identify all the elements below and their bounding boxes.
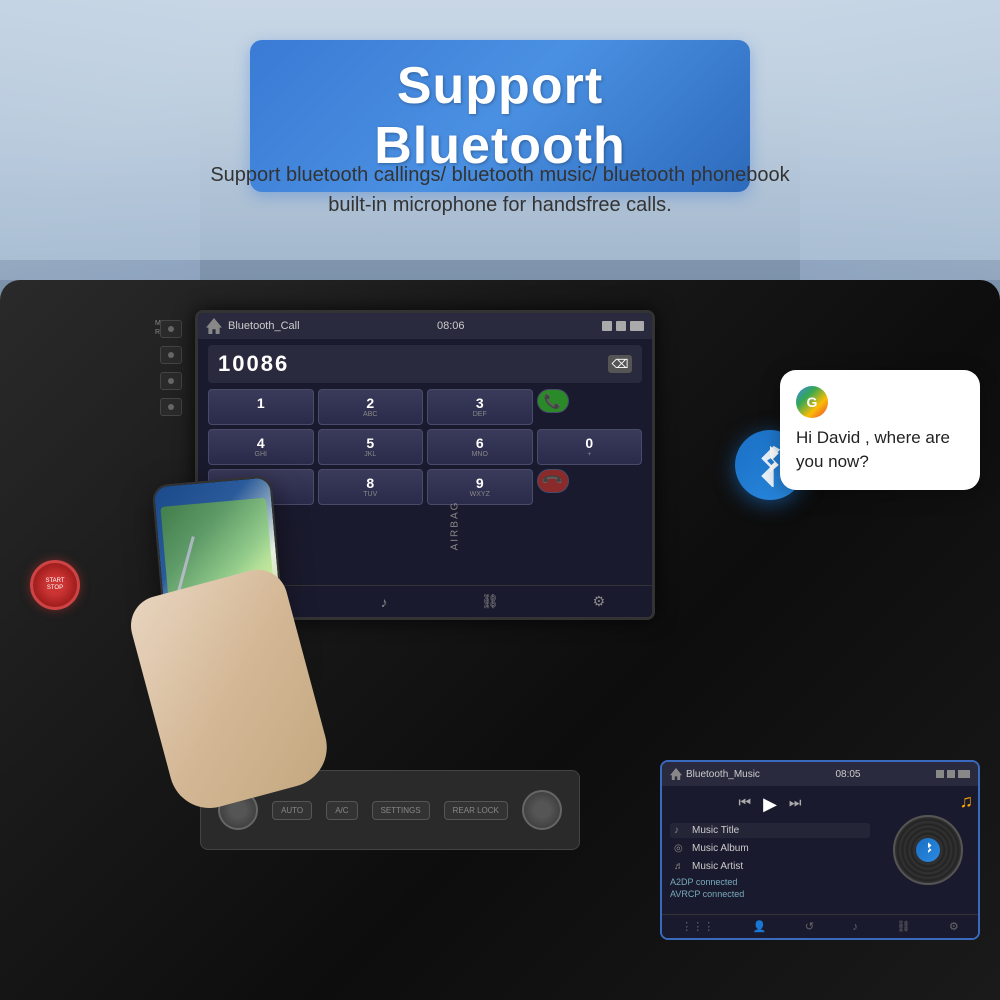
hand-phone-area: Barcelona ʼ [130,480,330,800]
music-status-icon1 [936,770,944,778]
dial-key-1[interactable]: 1 [208,389,314,425]
music-bottom-nav: ⋮⋮⋮ 👤 ↺ ♪ ⛓ ⚙ [662,914,978,938]
phone-number: 10086 [218,351,289,377]
screen-status-icons [602,321,644,331]
note-icon: ♪ [674,825,686,836]
ac-btn-settings[interactable]: SETTINGS [372,801,430,820]
home-icon[interactable] [206,318,222,334]
nav-icon-settings[interactable]: ⚙ [593,593,606,610]
music-controls: ⏮ ▶ ⏭ [670,794,870,815]
dial-key-4[interactable]: 4 GHI [208,429,314,465]
subtitle-line1: Support bluetooth callings/ bluetooth mu… [210,164,789,186]
avrcp-status: AVRCP connected [670,889,870,899]
music-notes-icon: ♫ [960,791,974,812]
music-nav-user[interactable]: 👤 [753,920,767,933]
music-status-icon2 [947,770,955,778]
side-btn-back[interactable] [160,372,182,390]
bluetooth-vinyl-icon [921,841,935,859]
dial-key-8[interactable]: 8 TUV [318,469,424,505]
music-nav-settings[interactable]: ⚙ [949,920,959,933]
dial-key-3[interactable]: 3 DEF [427,389,533,425]
a2dp-status: A2DP connected [670,877,870,887]
music-nav-refresh[interactable]: ↺ [805,920,814,933]
hand-shape [124,563,335,817]
screen-topbar-left: Bluetooth_Call [206,318,300,334]
track-title: Music Title [692,825,739,836]
next-button[interactable]: ⏭ [789,794,802,815]
music-battery-icon [958,770,970,778]
dial-key-6[interactable]: 6 MNO [427,429,533,465]
music-screen-title: Bluetooth_Music [686,769,760,780]
ac-btn-auto[interactable]: AUTO [272,801,312,820]
music-topbar: Bluetooth_Music 08:05 [662,762,978,786]
dial-key-9[interactable]: 9 WXYZ [427,469,533,505]
wifi-icon [616,321,626,331]
album-row: ◎ Music Album [670,841,870,856]
side-btn-power[interactable] [160,320,182,338]
play-button[interactable]: ▶ [763,794,777,815]
phone-number-display: 10086 ⌫ [208,345,642,383]
google-assistant-icon: G [796,386,828,418]
dial-key-call[interactable]: 📞 [537,389,569,413]
side-buttons [160,320,182,416]
screen-topbar: Bluetooth_Call 08:06 [198,313,652,339]
airbag-label: AIRBAG [449,501,460,551]
assistant-header: G [796,386,964,418]
subtitle-line2: built-in microphone for handsfree calls. [328,194,672,216]
music-info: ⏮ ▶ ⏭ ♪ Music Title ◎ Music Album ♬ Musi… [662,786,878,914]
music-nav-apps[interactable]: ⋮⋮⋮ [681,920,714,933]
badge-title: Support Bluetooth [310,56,690,176]
side-btn-home[interactable] [160,346,182,364]
artist-row: ♬ Music Artist [670,859,870,874]
dial-key-0[interactable]: 0 + [537,429,643,465]
ignition-label: STARTSTOP [45,578,64,592]
album-icon: ◎ [674,843,686,854]
nav-icon-link[interactable]: ⛓ [481,593,499,610]
music-player-mini: Bluetooth_Music 08:05 ⏮ ▶ ⏭ ♪ Music Titl… [660,760,980,940]
assistant-bubble: G Hi David , where are you now? [780,370,980,490]
battery-icon [630,321,644,331]
ac-btn-rearlock[interactable]: REAR LOCK [444,801,508,820]
music-time: 08:05 [835,769,860,780]
track-title-row: ♪ Music Title [670,823,870,838]
music-home-icon [670,768,682,780]
music-nav-link[interactable]: ⛓ [896,920,910,933]
ac-btn-ac[interactable]: A/C [326,801,357,820]
artist-icon: ♬ [674,861,686,872]
dial-key-2[interactable]: 2 ABC [318,389,424,425]
nav-icon-music[interactable]: ♪ [380,594,387,610]
ac-knob-right[interactable] [522,790,562,830]
dial-key-5[interactable]: 5 JKL [318,429,424,465]
music-nav-note[interactable]: ♪ [853,921,859,933]
signal-icon [602,321,612,331]
screen-title: Bluetooth_Call [228,320,300,332]
side-btn-vol[interactable] [160,398,182,416]
artist-name: Music Artist [692,861,743,872]
album-name: Music Album [692,843,749,854]
music-vinyl-area: ♫ [878,786,978,914]
vinyl-center [916,838,940,862]
vinyl-record [893,815,963,885]
backspace-button[interactable]: ⌫ [608,355,632,373]
music-content: ⏮ ▶ ⏭ ♪ Music Title ◎ Music Album ♬ Musi… [662,786,978,914]
prev-button[interactable]: ⏮ [738,794,751,815]
subtitle-text: Support bluetooth callings/ bluetooth mu… [120,160,880,220]
assistant-message: Hi David , where are you now? [796,426,964,474]
screen-time: 08:06 [437,320,465,332]
ignition-button[interactable]: STARTSTOP [30,560,80,610]
dial-key-end[interactable]: 📞 [537,469,569,493]
